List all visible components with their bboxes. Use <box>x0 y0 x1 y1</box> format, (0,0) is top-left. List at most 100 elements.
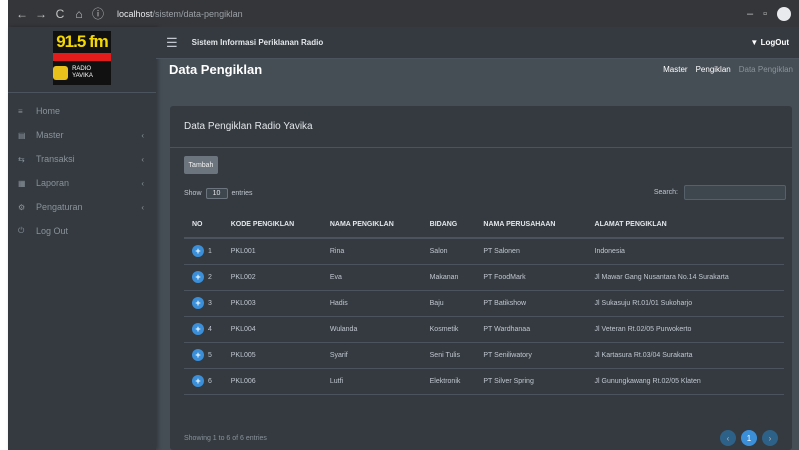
transaksi-menu-icon: ⇆ <box>18 154 25 164</box>
pagination-next-button[interactable]: › <box>762 430 778 446</box>
sidebar-item-label: Home <box>36 106 61 116</box>
cell-no: +4 <box>184 316 223 343</box>
hamburger-menu-icon[interactable]: ☰ <box>166 35 178 51</box>
reload-icon[interactable]: C <box>54 7 66 21</box>
row-number: 6 <box>208 377 212 385</box>
card-title: Data Pengiklan Radio Yavika <box>170 106 792 148</box>
table-row: +2 PKL002 Eva Makanan PT FoodMark Jl Maw… <box>184 264 784 291</box>
breadcrumb: Master Pengiklan Data Pengiklan <box>663 65 793 74</box>
cell-kode: PKL004 <box>222 316 322 343</box>
restore-icon[interactable]: ▫ <box>763 8 767 20</box>
minimize-icon[interactable]: – <box>747 8 753 20</box>
chevron-left-icon: ‹ <box>141 202 144 212</box>
forward-icon[interactable]: → <box>35 7 47 21</box>
power-icon: ⏻ <box>18 226 25 235</box>
sidebar-item-logout[interactable]: ⏻ Log Out <box>8 219 156 243</box>
cell-kode: PKL005 <box>222 342 322 369</box>
expand-row-icon[interactable]: + <box>192 245 204 258</box>
cell-bidang: Baju <box>421 290 476 317</box>
cell-alamat: Jl Mawar Gang Nusantara No.14 Surakarta <box>586 264 784 291</box>
entries-select[interactable]: 10 <box>205 188 228 199</box>
expand-row-icon[interactable]: + <box>192 349 204 361</box>
expand-row-icon[interactable]: + <box>192 297 204 309</box>
cell-perusahaan: PT Seniliwatory <box>475 342 587 369</box>
breadcrumb-pengiklan[interactable]: Pengiklan <box>696 65 731 74</box>
cell-bidang: Kosmetik <box>421 316 476 343</box>
browser-toolbar: ← → C ⌂ ⓘ localhost/sistem/data-pengikla… <box>8 0 799 27</box>
chevron-left-icon: ‹ <box>141 178 144 188</box>
cell-alamat: Indonesia <box>586 238 784 265</box>
cell-bidang: Seni Tulis <box>421 342 476 369</box>
back-icon[interactable]: ← <box>16 7 28 21</box>
brand-logo[interactable]: 91.5 fm RADIO YAVIKA <box>8 27 156 93</box>
sidebar-item-laporan[interactable]: ▦ Laporan ‹ <box>8 171 156 195</box>
search-input[interactable] <box>684 185 786 200</box>
column-header-nama[interactable]: NAMA PENGIKLAN <box>321 211 422 239</box>
cell-nama: Rina <box>321 238 422 265</box>
sidebar-item-label: Pengaturan <box>36 202 83 212</box>
logo-emblem: RADIO YAVIKA <box>53 61 111 85</box>
table-row: +4 PKL004 Wulanda Kosmetik PT Wardhanaa … <box>184 316 784 343</box>
laporan-menu-icon: ▦ <box>18 178 26 188</box>
cell-perusahaan: PT Salonen <box>475 238 587 265</box>
table-row: +5 PKL005 Syarif Seni Tulis PT Seniliwat… <box>184 342 784 369</box>
sidebar-item-master[interactable]: ▤ Master ‹ <box>8 123 156 147</box>
entries-length-control: Show 10 entries <box>184 188 253 199</box>
cell-kode: PKL002 <box>222 264 322 291</box>
column-header-bidang[interactable]: BIDANG <box>421 211 476 239</box>
entries-label: entries <box>231 190 253 197</box>
logo-subtext: RADIO YAVIKA <box>72 66 93 79</box>
sidebar-item-transaksi[interactable]: ⇆ Transaksi ‹ <box>8 147 156 171</box>
sidebar-item-label: Master <box>36 130 64 140</box>
chevron-left-icon: ‹ <box>141 130 144 140</box>
row-number: 2 <box>208 273 212 281</box>
cell-bidang: Elektronik <box>421 368 476 395</box>
pagination-page-button[interactable]: 1 <box>741 430 757 446</box>
column-header-no[interactable]: NO <box>184 211 223 239</box>
sidebar: 91.5 fm RADIO YAVIKA ≡ Home ▤ Master ‹ ⇆… <box>8 27 156 450</box>
logout-dropdown[interactable]: ▼ LogOut <box>750 38 789 47</box>
table-search: Search: <box>654 185 786 200</box>
expand-row-icon[interactable]: + <box>192 271 204 283</box>
column-header-kode[interactable]: KODE PENGIKLAN <box>222 211 322 239</box>
profile-avatar[interactable] <box>777 6 791 21</box>
app-root: 91.5 fm RADIO YAVIKA ≡ Home ▤ Master ‹ ⇆… <box>8 27 799 450</box>
column-header-alamat[interactable]: ALAMAT PENGIKLAN <box>586 211 784 239</box>
cell-perusahaan: PT Silver Spring <box>475 368 587 395</box>
breadcrumb-master[interactable]: Master <box>663 65 687 74</box>
cell-nama: Hadis <box>321 290 422 317</box>
sidebar-item-pengaturan[interactable]: ⚙ Pengaturan ‹ <box>8 195 156 219</box>
address-bar[interactable]: localhost/sistem/data-pengiklan <box>117 9 617 19</box>
url-host: localhost <box>117 8 153 19</box>
data-card: Data Pengiklan Radio Yavika Tambah Show … <box>170 106 792 450</box>
home-icon[interactable]: ⌂ <box>73 7 85 21</box>
row-number: 3 <box>208 299 212 307</box>
pagination-previous-button[interactable]: ‹ <box>720 430 736 446</box>
cell-alamat: Jl Sukasuju Rt.01/01 Sukoharjo <box>586 290 784 317</box>
master-menu-icon: ▤ <box>18 130 26 140</box>
cell-nama: Wulanda <box>321 316 422 343</box>
sidebar-item-label: Laporan <box>36 178 70 188</box>
cell-bidang: Salon <box>421 238 476 265</box>
breadcrumb-current: Data Pengiklan <box>738 65 793 74</box>
pengiklan-table: NO KODE PENGIKLAN NAMA PENGIKLAN BIDANG … <box>184 211 784 395</box>
cell-no: +6 <box>184 368 223 395</box>
column-header-perusahaan[interactable]: NAMA PERUSAHAAN <box>475 211 587 239</box>
expand-row-icon[interactable]: + <box>192 375 204 387</box>
cell-kode: PKL006 <box>222 368 322 395</box>
cell-no: +1 <box>184 238 223 265</box>
sidebar-menu: ≡ Home ▤ Master ‹ ⇆ Transaksi ‹ ▦ Lapora… <box>8 93 156 243</box>
table-info: Showing 1 to 6 of 6 entries <box>184 435 267 442</box>
sidebar-item-label: Log Out <box>36 226 69 236</box>
search-label: Search: <box>653 189 678 196</box>
cell-no: +2 <box>184 264 223 291</box>
add-button[interactable]: Tambah <box>184 156 218 174</box>
top-navbar: ☰ Sistem Informasi Periklanan Radio ▼ Lo… <box>156 27 799 59</box>
sidebar-item-home[interactable]: ≡ Home <box>8 99 156 123</box>
browser-actions: – ▫ <box>747 6 791 21</box>
site-info-icon[interactable]: ⓘ <box>92 5 104 22</box>
table-row: +3 PKL003 Hadis Baju PT Batikshow Jl Suk… <box>184 290 784 317</box>
cell-alamat: Jl Gunungkawang Rt.02/05 Klaten <box>586 368 784 395</box>
url-path: /sistem/data-pengiklan <box>152 8 243 19</box>
expand-row-icon[interactable]: + <box>192 323 204 335</box>
